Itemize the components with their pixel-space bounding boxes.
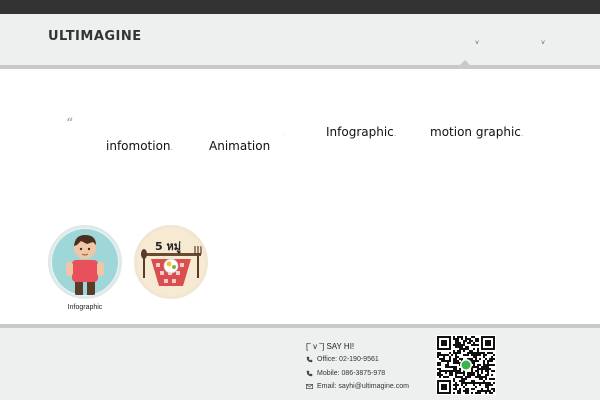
- tag-infomotion[interactable]: infomotion.: [106, 139, 173, 153]
- mail-icon: [306, 384, 313, 389]
- tag-label: Infographic: [326, 125, 394, 139]
- tag-infographic[interactable]: Infographic.: [326, 125, 396, 139]
- portfolio-thumb-five-food-groups[interactable]: 5 หมู่: [134, 225, 208, 299]
- thumb-caption: Infographic: [67, 304, 103, 311]
- tag-label: Animation: [209, 139, 271, 153]
- tag-separator: .: [284, 131, 286, 137]
- phone-icon: [306, 356, 313, 363]
- site-header: ULTIMAGINE ˅ ˅: [0, 14, 600, 65]
- top-bar: [0, 0, 600, 14]
- qr-finder-square: [441, 384, 447, 390]
- site-logo[interactable]: ULTIMAGINE: [48, 29, 142, 44]
- tag-motion-graphic[interactable]: motion graphic.: [430, 125, 523, 139]
- qr-code-pattern: [437, 336, 495, 394]
- tag-animation[interactable]: Animation: [209, 139, 270, 153]
- food-groups-badge: 5 หมู่: [155, 240, 181, 254]
- tag-separator: .: [520, 129, 524, 138]
- tag-separator: .: [170, 143, 174, 152]
- tag-separator: .: [393, 129, 397, 138]
- qr-code[interactable]: [436, 335, 496, 395]
- contact-office: Office: 02-190-9561: [306, 356, 379, 363]
- five-food-groups-illustration: 5 หมู่: [138, 229, 204, 295]
- boy-character-illustration: [52, 229, 118, 295]
- qr-finder-square: [441, 340, 447, 346]
- phone-icon: [306, 370, 313, 377]
- qr-finder-square: [485, 340, 491, 346]
- mobile-phone[interactable]: Mobile: 086-3875-978: [317, 370, 385, 377]
- tag-label: infomotion: [106, 139, 171, 153]
- tag-label: motion graphic: [430, 125, 521, 139]
- nav-dropdown-chevron-icon[interactable]: ˅: [475, 40, 479, 47]
- header-divider: [0, 65, 600, 69]
- nav-dropdown-chevron-icon[interactable]: ˅: [541, 40, 545, 47]
- email-address[interactable]: Email: sayhi@ultimagine.com: [317, 383, 409, 390]
- contact-mobile: Mobile: 086-3875-978: [306, 370, 385, 377]
- qr-logo-icon: [461, 360, 471, 370]
- say-hi-heading: [˘ v ˘] SAY HI!: [306, 342, 355, 351]
- contact-email: Email: sayhi@ultimagine.com: [306, 383, 409, 390]
- office-phone[interactable]: Office: 02-190-9561: [317, 356, 379, 363]
- quote-mark-icon: “: [66, 116, 74, 132]
- site-footer: [0, 328, 600, 400]
- portfolio-thumb-infographic[interactable]: [48, 225, 122, 299]
